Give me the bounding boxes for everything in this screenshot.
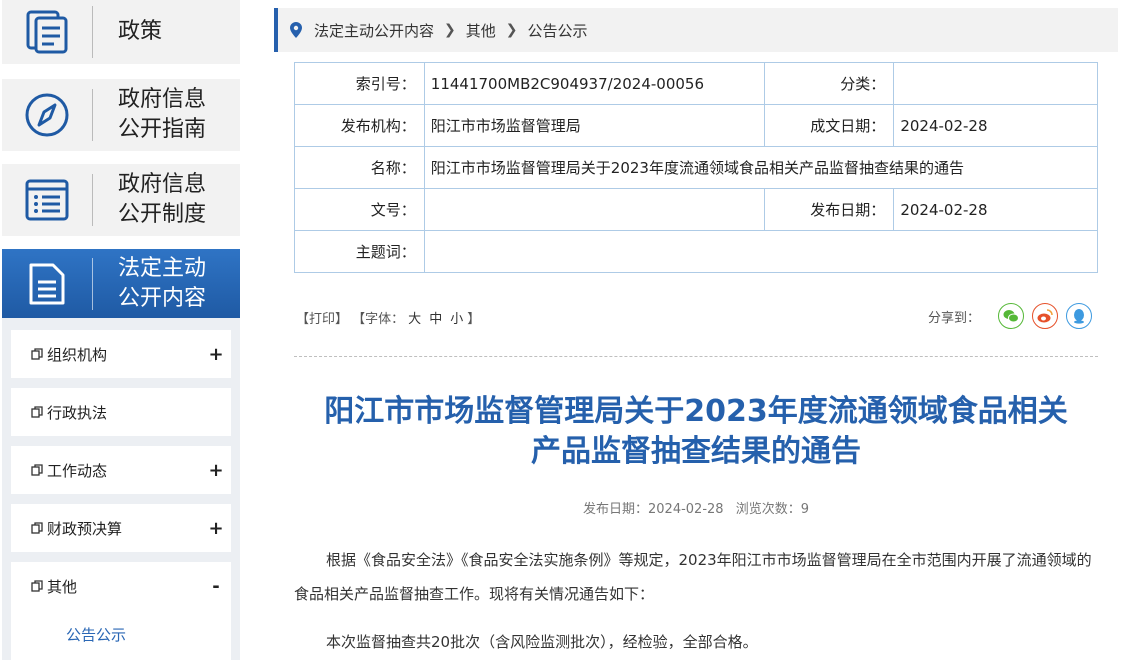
article-tools: 【打印】 【字体：大中小】 (296, 308, 480, 327)
document-icon (2, 249, 92, 318)
sub-item-other[interactable]: 其他 - (11, 562, 231, 610)
table-row: 名称： 阳江市市场监督管理局关于2023年度流通领域食品相关产品监督抽查结果的通… (294, 146, 1099, 189)
index-value: 11441700MB2C904937/2024-00056 (423, 62, 765, 105)
category-value (893, 62, 1098, 105)
publish-date-value: 2024-02-28 (893, 188, 1098, 231)
sub-child-announcements[interactable]: 公告公示 (66, 624, 126, 645)
share-label: 分享到： (928, 310, 981, 326)
sidebar: 政策 政府信息公开指南 政府信息公开制度 法定主动公开内容 组织机构 + 行政执… (0, 0, 240, 660)
font-size-prefix: 【字体： (352, 312, 405, 327)
expand-toggle[interactable]: + (201, 460, 231, 481)
expand-toggle[interactable]: + (201, 344, 231, 365)
sidebar-item-statutory-content[interactable]: 法定主动公开内容 (2, 249, 240, 318)
sub-item-enforcement[interactable]: 行政执法 (11, 388, 231, 436)
sub-item-organization[interactable]: 组织机构 + (11, 330, 231, 378)
created-date-value: 2024-02-28 (893, 104, 1098, 147)
page: 政策 政府信息公开指南 政府信息公开制度 法定主动公开内容 组织机构 + 行政执… (0, 0, 1140, 660)
qq-icon (1074, 309, 1085, 324)
qq-share-button[interactable] (1066, 303, 1093, 329)
sub-item-label: 组织机构 (47, 345, 108, 364)
keywords-label: 主题词： (294, 230, 425, 273)
copy-icon (31, 348, 43, 360)
publisher-label: 发布机构： (294, 104, 425, 147)
location-pin-icon (290, 22, 302, 38)
category-label: 分类： (763, 62, 895, 105)
sidebar-item-label: 政府信息公开指南 (118, 87, 207, 142)
copy-icon (31, 522, 43, 534)
breadcrumb-item[interactable]: 法定主动公开内容 (314, 20, 434, 41)
list-icon (2, 164, 92, 236)
chevron-right-icon: ❯ (505, 22, 518, 38)
sidebar-item-label: 政策 (118, 19, 163, 44)
publish-date-label: 发布日期： (763, 188, 895, 231)
wechat-share-button[interactable] (998, 303, 1025, 329)
expand-toggle[interactable]: + (201, 518, 231, 539)
sub-item-label: 财政预决算 (47, 519, 123, 538)
document-info-table: 索引号： 11441700MB2C904937/2024-00056 分类： 发… (294, 62, 1099, 273)
title-line: 产品监督抽查结果的通告 (531, 434, 861, 469)
doc-number-label: 文号： (294, 188, 425, 231)
article-paragraph: 根据《食品安全法》《食品安全法实施条例》等规定，2023年阳江市市场监督管理局在… (294, 551, 1092, 603)
doc-number-value (423, 188, 765, 231)
view-count: 浏览次数：9 (735, 502, 809, 517)
created-date-label: 成文日期： (763, 104, 895, 147)
sidebar-item-guide[interactable]: 政府信息公开指南 (2, 79, 240, 151)
wechat-icon (1003, 310, 1020, 323)
copy-icon (31, 580, 43, 592)
keywords-value (423, 230, 1099, 273)
title-line: 阳江市市场监督管理局关于2023年度流通领域食品相关 (324, 394, 1068, 429)
table-row: 发布机构： 阳江市市场监督管理局 成文日期： 2024-02-28 (294, 104, 1098, 147)
name-value: 阳江市市场监督管理局关于2023年度流通领域食品相关产品监督抽查结果的通告 (423, 146, 1099, 189)
compass-icon (2, 79, 92, 151)
share-bar: 分享到： (928, 303, 1093, 329)
sub-item-label: 工作动态 (47, 461, 108, 480)
weibo-icon (1037, 309, 1053, 323)
divider (294, 356, 1098, 357)
sub-item-budget[interactable]: 财政预决算 + (11, 504, 231, 552)
collapse-toggle[interactable]: - (201, 576, 231, 597)
sidebar-item-system[interactable]: 政府信息公开制度 (2, 164, 240, 236)
sub-item-work-news[interactable]: 工作动态 + (11, 446, 231, 494)
sidebar-item-policy[interactable]: 政策 (2, 0, 240, 64)
font-medium-button[interactable]: 中 (429, 312, 442, 327)
publisher-value: 阳江市市场监督管理局 (423, 104, 765, 147)
copy-icon (31, 406, 43, 418)
chevron-right-icon: ❯ (444, 22, 456, 38)
table-row: 主题词： (294, 230, 1099, 273)
copy-icon (31, 464, 43, 476)
sub-item-label: 行政执法 (47, 403, 108, 422)
font-large-button[interactable]: 大 (408, 312, 421, 327)
print-button[interactable]: 【打印】 (296, 312, 348, 327)
table-row: 索引号： 11441700MB2C904937/2024-00056 分类： (294, 62, 1098, 105)
publish-date: 发布日期：2024-02-28 (583, 502, 724, 517)
sub-menu: 组织机构 + 行政执法 工作动态 + 财政预决算 + 其他 - 公告公示 (2, 318, 240, 660)
table-row: 文号： 发布日期： 2024-02-28 (294, 188, 1098, 231)
breadcrumb: 法定主动公开内容 ❯ 其他 ❯ 公告公示 (274, 8, 1118, 52)
weibo-share-button[interactable] (1032, 303, 1059, 329)
document-list-icon (2, 0, 92, 64)
sidebar-item-label: 法定主动公开内容 (118, 255, 207, 311)
article-paragraph: 本次监督抽查共20批次（含风险监测批次），经检验，全部合格。 (326, 633, 758, 651)
sidebar-item-label: 政府信息公开制度 (118, 172, 207, 227)
breadcrumb-item[interactable]: 公告公示 (528, 20, 588, 41)
breadcrumb-item[interactable]: 其他 (466, 20, 496, 41)
sub-item-label: 其他 (47, 577, 78, 596)
font-size-suffix: 】 (467, 312, 481, 327)
index-label: 索引号： (294, 62, 425, 105)
font-small-button[interactable]: 小 (450, 312, 463, 327)
article-meta: 发布日期：2024-02-28 浏览次数：9 (294, 498, 1098, 517)
sub-child-container: 公告公示 (11, 610, 231, 660)
name-label: 名称： (294, 146, 425, 189)
article-title: 阳江市市场监督管理局关于2023年度流通领域食品相关 产品监督抽查结果的通告 (294, 392, 1098, 472)
